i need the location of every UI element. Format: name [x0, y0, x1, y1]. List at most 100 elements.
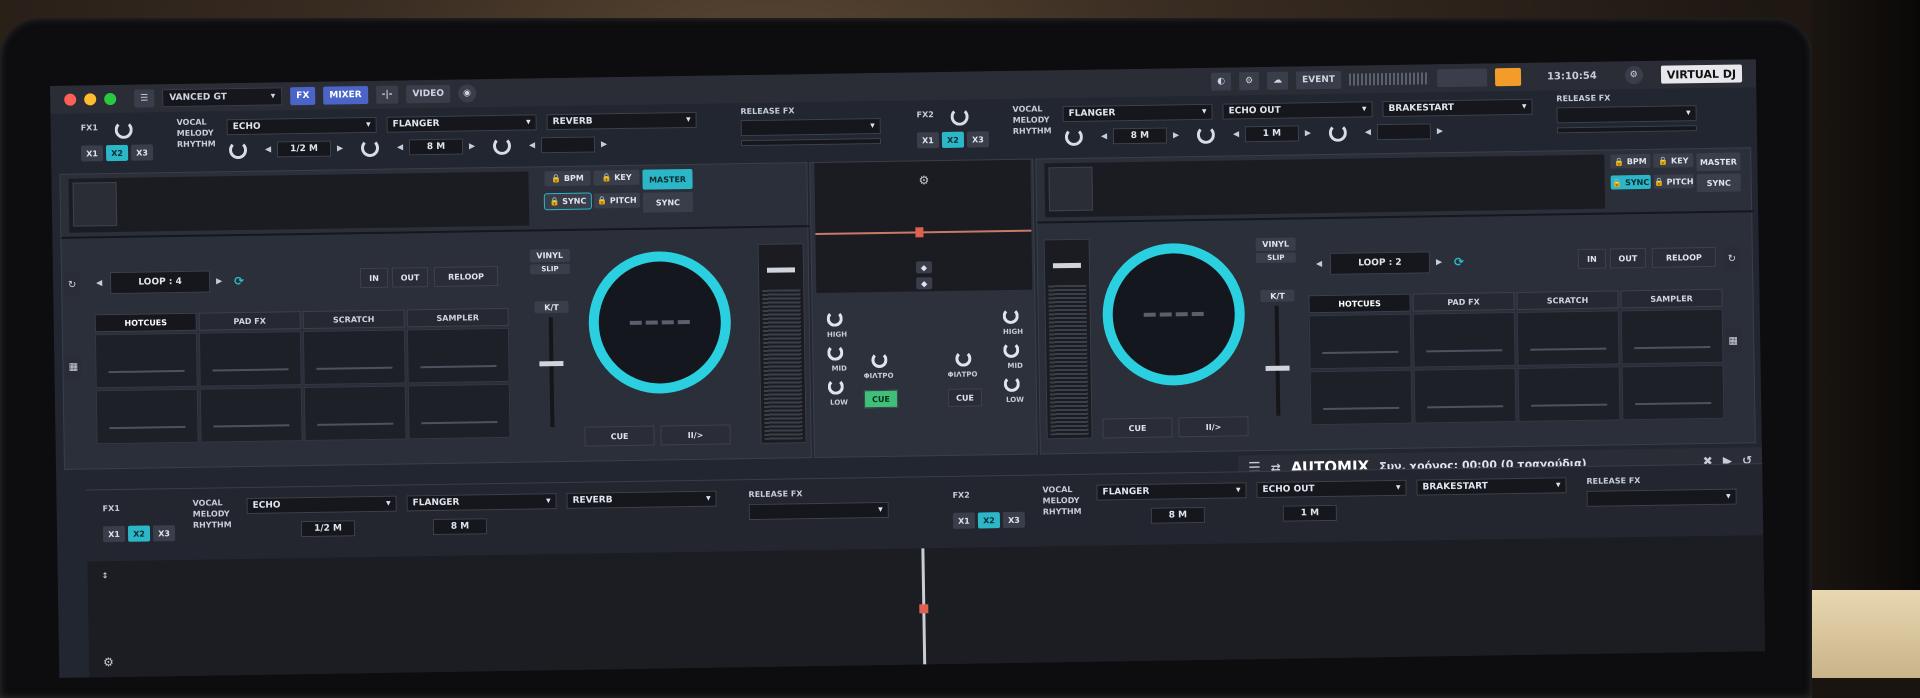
deck-left-vinyl-button[interactable]: VINYL [529, 248, 570, 263]
deck-left-tab-padfx[interactable]: PAD FX [198, 311, 301, 331]
fx2-slot1-prev-icon[interactable]: ◀ [1101, 131, 1107, 140]
deck-left-master-button[interactable]: MASTER [642, 168, 693, 190]
deck-right-in-button[interactable]: IN [1577, 248, 1607, 270]
master-volume-slider[interactable] [1436, 68, 1488, 88]
deck-left-pad-7[interactable] [303, 385, 407, 442]
deck-left-sync-button[interactable]: SYNC [642, 191, 694, 213]
mixer-right-low-knob[interactable] [1003, 375, 1020, 393]
cloud-icon[interactable]: ☁ [1266, 71, 1289, 90]
lower-fx2-vocal-label[interactable]: VOCAL [1042, 485, 1081, 494]
fx2-slot2-select[interactable]: ECHO OUT ▾ [1222, 101, 1373, 120]
fx2-power-icon[interactable] [950, 107, 969, 126]
lower-fx1-rhythm-label[interactable]: RHYTHM [193, 520, 232, 530]
fx1-melody-label[interactable]: MELODY [177, 128, 216, 138]
lower-fx2-x2-button[interactable]: X2 [977, 512, 1001, 529]
fx1-slot3-select[interactable]: REVERB ▾ [546, 111, 697, 131]
fx1-slot1-prev-icon[interactable]: ◀ [265, 145, 271, 154]
deck-left-pitch-lock[interactable]: 🔒 PITCH [593, 192, 640, 209]
deck-right-tab-hotcues[interactable]: HOTCUES [1308, 293, 1411, 314]
fx1-x3-button[interactable]: X3 [130, 144, 154, 161]
settings-icon[interactable]: ⚙ [1238, 72, 1260, 91]
deck-right-pad-5[interactable] [1309, 369, 1413, 426]
mixer-right-high-knob[interactable] [1002, 307, 1019, 325]
waveform-zoom-icon[interactable]: ↕ [102, 571, 109, 580]
deck-right-pitch-lock[interactable]: 🔒 PITCH [1653, 174, 1694, 189]
deck-left-loop-roll-icon[interactable]: ⟳ [234, 274, 244, 288]
fx1-slot2-next-icon[interactable]: ▶ [469, 141, 475, 150]
deck-left-tab-scratch[interactable]: SCRATCH [302, 309, 405, 330]
lower-fx1-x3-button[interactable]: X3 [152, 525, 176, 542]
fx1-vocal-label[interactable]: VOCAL [177, 117, 216, 127]
deck-left-reloop-button[interactable]: RELOOP [433, 265, 499, 287]
deck-right-volume-fader-cap[interactable] [1052, 262, 1081, 269]
fx1-x1-button[interactable]: X1 [80, 145, 104, 162]
deck-right-key-lock[interactable]: 🔒 KEY [1653, 153, 1694, 168]
lower-fx2-rhythm-label[interactable]: RHYTHM [1043, 507, 1082, 517]
fx1-x2-button[interactable]: X2 [105, 144, 129, 162]
mixer-left-mid-knob[interactable] [827, 344, 844, 361]
deck-left-cue-button[interactable]: CUE [584, 425, 655, 447]
mixer-right-mid-knob[interactable] [1003, 341, 1020, 359]
lower-fx1-slot2-select[interactable]: FLANGER ▾ [406, 493, 557, 512]
crossfader-cap[interactable] [915, 227, 924, 238]
deck-left-tab-hotcues[interactable]: HOTCUES [94, 312, 197, 333]
skin-select[interactable]: VANCED GT ▾ [162, 87, 283, 108]
deck-left-pitch-fader-cap[interactable] [539, 360, 564, 367]
mixer-left-low-knob[interactable] [827, 378, 844, 395]
deck-left-pad-8[interactable] [407, 383, 511, 440]
deck-right-slip-button[interactable]: SLIP [1255, 252, 1296, 264]
fx2-x2-button[interactable]: X2 [941, 131, 965, 148]
fx2-slot2-prev-icon[interactable]: ◀ [1233, 129, 1239, 138]
deck-right-pad-1[interactable] [1308, 313, 1412, 370]
fx1-slot1-select[interactable]: ECHO ▾ [226, 116, 377, 136]
fx1-slot2-knob[interactable] [360, 138, 380, 158]
fx1-slot1-next-icon[interactable]: ▶ [337, 143, 343, 152]
deck-left-slip-button[interactable]: SLIP [529, 263, 571, 275]
deck-right-loop-icon[interactable]: ↻ [1723, 246, 1741, 271]
deck-right-jog-wheel[interactable] [1101, 242, 1246, 387]
deck-right-sync-button[interactable]: SYNC [1696, 173, 1741, 193]
deck-left-in-button[interactable]: IN [359, 267, 389, 289]
deck-right-tab-padfx[interactable]: PAD FX [1412, 292, 1515, 312]
deck-right-tab-sampler[interactable]: SAMPLER [1620, 288, 1723, 309]
lower-fx1-slot1-select[interactable]: ECHO ▾ [246, 495, 397, 514]
fx2-slot2-next-icon[interactable]: ▶ [1305, 128, 1311, 137]
lower-fx2-slot1-select[interactable]: FLANGER ▾ [1096, 482, 1247, 501]
deck-right-pad-7[interactable] [1517, 366, 1621, 422]
deck-left-loop-icon[interactable]: ↻ [63, 272, 81, 297]
fx2-x3-button[interactable]: X3 [966, 131, 990, 148]
mixer-right-filter-knob[interactable] [955, 350, 972, 367]
fx1-slot2-select[interactable]: FLANGER ▾ [386, 114, 537, 133]
fx2-melody-label[interactable]: MELODY [1013, 115, 1052, 125]
deck-right-grid-icon[interactable]: ▦ [1725, 328, 1742, 353]
fx1-slot3-prev-icon[interactable]: ◀ [529, 140, 535, 149]
deck-left-pad-5[interactable] [95, 388, 199, 445]
lower-fx1-x1-button[interactable]: X1 [102, 525, 126, 543]
fx1-slot3-next-icon[interactable]: ▶ [601, 139, 607, 148]
fx-view-button[interactable]: FX [290, 86, 316, 106]
fx2-vocal-label[interactable]: VOCAL [1012, 104, 1051, 113]
deck-right-pad-8[interactable] [1621, 364, 1725, 421]
deck-right-pad-3[interactable] [1516, 310, 1620, 366]
maximize-window-button[interactable] [104, 92, 117, 106]
lower-fx1-x2-button[interactable]: X2 [127, 525, 151, 542]
waveform-settings-icon[interactable]: ⚙ [103, 655, 114, 669]
fx2-slot3-next-icon[interactable]: ▶ [1437, 126, 1443, 135]
deck-right-pad-4[interactable] [1620, 308, 1724, 365]
lower-fx1-vocal-label[interactable]: VOCAL [193, 498, 232, 507]
fx2-slot1-next-icon[interactable]: ▶ [1173, 130, 1179, 139]
deck-right-pad-2[interactable] [1412, 312, 1516, 368]
mixer-link-icon[interactable]: ◆ [915, 261, 933, 274]
deck-left-grid-icon[interactable]: ▦ [65, 354, 82, 379]
lower-fx2-release-select[interactable]: ▾ [1586, 488, 1737, 507]
mixer-settings-icon[interactable]: ⚙ [918, 173, 929, 187]
fx2-x1-button[interactable]: X1 [916, 132, 940, 149]
deck-left-pad-3[interactable] [302, 329, 406, 386]
fx2-slot1-select[interactable]: FLANGER ▾ [1062, 103, 1213, 123]
deck-left-tab-sampler[interactable]: SAMPLER [406, 307, 509, 328]
lower-fx2-melody-label[interactable]: MELODY [1043, 496, 1082, 506]
deck-left-loop-next-icon[interactable]: ▶ [216, 276, 222, 285]
deck-left-jog-wheel[interactable] [587, 250, 732, 395]
fx1-power-icon[interactable] [114, 120, 133, 139]
split-view-button[interactable]: -|- [375, 85, 399, 104]
